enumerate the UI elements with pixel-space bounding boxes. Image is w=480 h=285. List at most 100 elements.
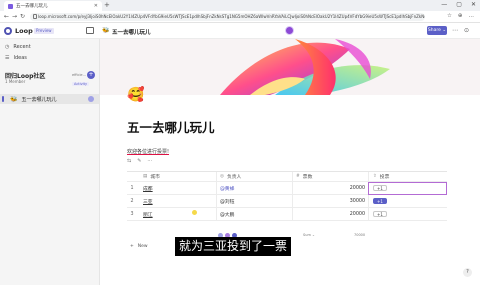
selected-indicator bbox=[2, 96, 4, 102]
row-number: 2 bbox=[130, 198, 134, 204]
window-controls: — ▢ ✕ bbox=[441, 1, 476, 8]
sidebar-item-ideas[interactable]: ☰ Ideas bbox=[5, 55, 27, 61]
clock-icon: ◷ bbox=[5, 44, 10, 50]
owner-cell[interactable]: @黄蜂 bbox=[216, 182, 292, 194]
app-name: Loop bbox=[15, 27, 33, 35]
sidebar-page-label: 五一去哪儿玩儿 bbox=[21, 96, 57, 103]
cursor-highlight bbox=[192, 210, 197, 215]
sidebar-item-recent[interactable]: ◷ Recent bbox=[5, 44, 31, 50]
presence-avatar[interactable] bbox=[285, 26, 294, 35]
page-emoji-icon: 🐝 bbox=[10, 95, 18, 103]
column-header-city[interactable]: ▤ 城市 bbox=[140, 172, 216, 181]
add-page-button[interactable]: + bbox=[87, 71, 95, 79]
loop-favicon-icon bbox=[8, 3, 13, 9]
close-tab-icon[interactable]: ✕ bbox=[94, 3, 98, 9]
sidebar: ◷ Recent ☰ Ideas 回归Loop社区 1 Member effic… bbox=[0, 39, 100, 285]
column-header-label: 票数 bbox=[302, 175, 313, 180]
extensions-icon[interactable]: ⊕ bbox=[458, 13, 463, 19]
city-link[interactable]: 成都 bbox=[143, 185, 153, 192]
page-title[interactable]: 五一去哪儿玩儿 bbox=[127, 117, 215, 136]
page-owner-avatar bbox=[88, 96, 94, 102]
column-header-label: 城市 bbox=[150, 175, 160, 180]
vote-button[interactable]: +1 bbox=[373, 211, 387, 217]
column-header-vote[interactable]: ⇧ 投票 bbox=[368, 172, 447, 181]
close-window-icon[interactable]: ✕ bbox=[471, 1, 476, 8]
page-body-text[interactable]: 欢迎各位进行投票! bbox=[127, 148, 169, 155]
vote-cell: +1 bbox=[368, 195, 447, 207]
share-button[interactable]: Share ⌄ bbox=[427, 26, 447, 35]
sidebar-page-item[interactable]: 🐝 五一去哪儿玩儿 bbox=[0, 94, 99, 104]
minimize-icon[interactable]: — bbox=[441, 1, 447, 8]
sidebar-item-label: Ideas bbox=[13, 55, 27, 61]
owner-mention[interactable]: @黄蜂 bbox=[220, 185, 234, 192]
vote-cell: +1 bbox=[368, 208, 447, 220]
owner-cell[interactable]: @大鹏 bbox=[216, 208, 292, 220]
owner-cell[interactable]: @刘钰 bbox=[216, 195, 292, 207]
table-row[interactable]: 1 成都 @黄蜂 20000 +1 bbox=[127, 182, 447, 195]
favorite-icon[interactable]: ☆ bbox=[447, 13, 452, 19]
page-emoji-icon: 🐝 bbox=[102, 27, 110, 34]
maximize-icon[interactable]: ▢ bbox=[456, 1, 462, 8]
column-header-votes[interactable]: # 票数 bbox=[292, 172, 368, 181]
column-header-owner[interactable]: ◎ 负责人 bbox=[216, 172, 292, 181]
city-link[interactable]: 丽江 bbox=[143, 211, 153, 218]
address-bar: ← → ↻ loop.microsoft.com/p/eyJ3IjoiS0hNc… bbox=[0, 11, 480, 23]
preview-badge: Preview bbox=[34, 28, 54, 34]
swap-icon[interactable]: ⇆ bbox=[127, 158, 131, 164]
cover-art bbox=[100, 39, 480, 95]
text-column-icon: ▤ bbox=[143, 174, 148, 179]
table-header-row: ▤ 城市 ◎ 负责人 # 票数 ⇧ 投票 bbox=[127, 171, 447, 182]
sum-dropdown[interactable]: Sum ⌄ bbox=[303, 233, 315, 237]
url-input[interactable]: loop.microsoft.com/p/eyJ3IjoiS0hNcElOakU… bbox=[30, 13, 425, 21]
sidebar-item-label: Recent bbox=[13, 44, 31, 50]
new-row-button[interactable]: + New bbox=[130, 244, 148, 249]
number-column-icon: # bbox=[296, 174, 300, 179]
browser-tab-strip: 五一去哪儿玩儿 ✕ + — ▢ ✕ bbox=[0, 0, 480, 11]
edit-icon[interactable]: ✎ bbox=[137, 158, 141, 164]
city-cell[interactable]: 丽江 bbox=[140, 208, 216, 220]
activity-link[interactable]: Activity bbox=[72, 82, 90, 86]
row-number: 3 bbox=[130, 211, 134, 217]
help-button[interactable]: ? bbox=[463, 268, 472, 277]
vote-column-icon: ⇧ bbox=[373, 174, 377, 179]
app-header-icons: ⋯ ⊙ bbox=[452, 27, 469, 34]
sum-total: 70000 bbox=[354, 233, 366, 237]
page-breadcrumb[interactable]: 五一去哪儿玩儿 bbox=[112, 28, 151, 36]
column-header-label: 投票 bbox=[379, 175, 390, 180]
lock-icon bbox=[33, 14, 37, 19]
column-header-label: 负责人 bbox=[226, 175, 242, 180]
more-options-icon[interactable]: ⋯ bbox=[452, 27, 458, 34]
table-toolbar: ⇆ ✎ ⋯ bbox=[127, 158, 152, 164]
settings-icon[interactable]: ⊙ bbox=[464, 27, 469, 34]
collapse-sidebar-icon[interactable] bbox=[86, 27, 94, 34]
browser-menu-icon[interactable]: … bbox=[469, 13, 475, 19]
votes-cell: 20000 bbox=[292, 208, 368, 220]
plus-icon: + bbox=[130, 244, 134, 249]
workspace-tag: efficie... bbox=[72, 73, 86, 77]
city-cell[interactable]: 成都 bbox=[140, 182, 216, 194]
city-cell[interactable]: 三亚 bbox=[140, 195, 216, 207]
browser-tab-title: 五一去哪儿玩儿 bbox=[16, 4, 48, 9]
loop-logo-icon bbox=[4, 27, 12, 35]
app-header: Loop Preview 🐝 五一去哪儿玩儿 Share ⌄ ⋯ ⊙ bbox=[0, 23, 480, 39]
cover-image bbox=[100, 39, 480, 95]
new-tab-button[interactable]: + bbox=[104, 1, 110, 9]
table-row[interactable]: 2 三亚 @刘钰 30000 +1 bbox=[127, 195, 447, 208]
person-column-icon: ◎ bbox=[220, 174, 224, 179]
forward-icon[interactable]: → bbox=[12, 13, 17, 20]
vote-button[interactable]: +1 bbox=[373, 198, 387, 204]
table-more-icon[interactable]: ⋯ bbox=[147, 158, 152, 164]
owner-mention[interactable]: @刘钰 bbox=[220, 198, 234, 205]
browser-toolbar-icons: ☆ ⊕ … bbox=[447, 13, 474, 19]
vote-table: ▤ 城市 ◎ 负责人 # 票数 ⇧ 投票 1 成都 @黄蜂 20000 +1 2… bbox=[127, 171, 447, 221]
refresh-icon[interactable]: ↻ bbox=[20, 13, 25, 20]
owner-mention[interactable]: @大鹏 bbox=[220, 211, 234, 218]
city-link[interactable]: 三亚 bbox=[143, 198, 153, 205]
page-emoji[interactable]: 🥰 bbox=[127, 87, 144, 103]
ideas-icon: ☰ bbox=[5, 55, 10, 61]
votes-cell: 20000 bbox=[292, 182, 368, 194]
back-icon[interactable]: ← bbox=[4, 13, 9, 20]
table-row[interactable]: 3 丽江 @大鹏 20000 +1 bbox=[127, 208, 447, 221]
cell-selection-outline bbox=[368, 182, 447, 195]
browser-tab[interactable]: 五一去哪儿玩儿 ✕ bbox=[4, 1, 102, 11]
